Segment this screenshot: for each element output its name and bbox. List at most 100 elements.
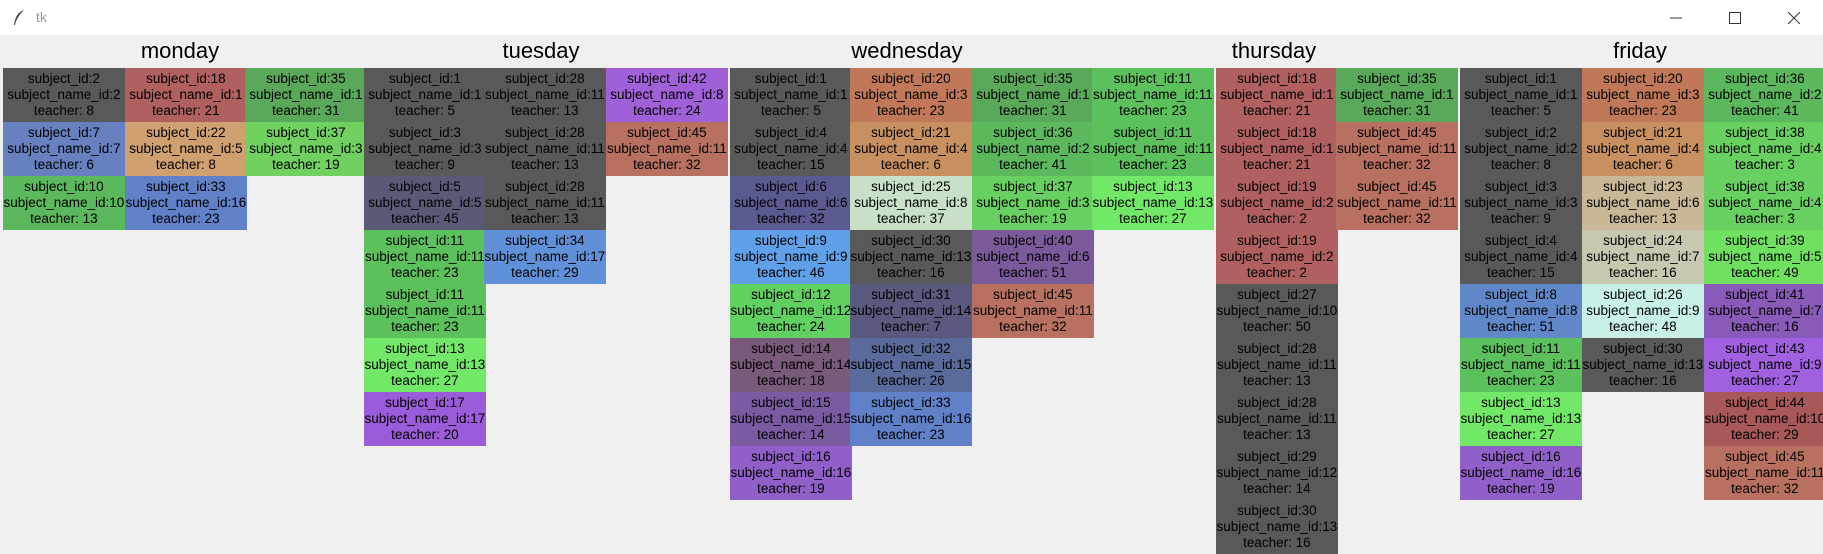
- lesson-block: subject_id:5 subject_name_id:5 teacher: 45: [364, 176, 486, 230]
- lesson-block: subject_id:28 subject_name_id:11 teacher: …: [484, 176, 606, 230]
- lesson-subject-name: subject_name_id:3: [976, 195, 1090, 210]
- lesson-subject-id: subject_id:34: [505, 233, 585, 248]
- lesson-block: subject_id:18 subject_name_id:1 teacher: 2…: [1216, 122, 1338, 176]
- lesson-block: subject_id:24 subject_name_id:7 teacher: 1…: [1582, 230, 1704, 284]
- lesson-subject-id: subject_id:18: [1237, 125, 1317, 140]
- lesson-block: subject_id:37 subject_name_id:3 teacher: 1…: [972, 176, 1094, 230]
- lesson-block: subject_id:39 subject_name_id:5 teacher: 4…: [1704, 230, 1823, 284]
- lesson-teacher: teacher: 24: [633, 103, 701, 118]
- lesson-teacher: teacher: 3: [1734, 157, 1795, 172]
- lesson-subject-id: subject_id:35: [993, 71, 1073, 86]
- lesson-block: subject_id:45 subject_name_id:11 teacher: …: [1336, 122, 1458, 176]
- lesson-block: subject_id:45 subject_name_id:11 teacher: …: [1336, 176, 1458, 230]
- lesson-block: subject_id:10 subject_name_id:10 teacher: …: [3, 176, 125, 230]
- lesson-subject-name: subject_name_id:1: [734, 87, 848, 102]
- lesson-subject-name: subject_name_id:1: [249, 87, 363, 102]
- lesson-subject-id: subject_id:19: [1237, 233, 1317, 248]
- day-title-friday: friday: [1613, 38, 1667, 63]
- feather-icon: [12, 9, 26, 27]
- lesson-teacher: teacher: 23: [877, 103, 945, 118]
- lesson-block: subject_id:41 subject_name_id:7 teacher: 1…: [1704, 284, 1823, 338]
- lesson-teacher: teacher: 50: [1243, 319, 1311, 334]
- lesson-subject-name: subject_name_id:13: [1460, 411, 1582, 426]
- lesson-subject-name: subject_name_id:2: [1220, 249, 1334, 264]
- lesson-subject-id: subject_id:38: [1725, 125, 1805, 140]
- lesson-subject-id: subject_id:3: [1484, 179, 1557, 194]
- lesson-teacher: teacher: 15: [1487, 265, 1555, 280]
- lesson-subject-id: subject_id:4: [1484, 233, 1557, 248]
- lesson-teacher: teacher: 24: [757, 319, 825, 334]
- close-button[interactable]: [1771, 0, 1817, 35]
- lesson-subject-id: subject_id:45: [627, 125, 707, 140]
- lesson-subject-id: subject_id:41: [1725, 287, 1805, 302]
- lesson-block: subject_id:11 subject_name_id:11 teacher: …: [1460, 338, 1582, 392]
- day-title-thursday: thursday: [1231, 38, 1317, 63]
- lesson-subject-id: subject_id:36: [993, 125, 1073, 140]
- lesson-teacher: teacher: 27: [1731, 373, 1799, 388]
- lesson-block: subject_id:43 subject_name_id:9 teacher: 2…: [1704, 338, 1823, 392]
- lesson-block: subject_id:45 subject_name_id:11 teacher: …: [1704, 446, 1823, 500]
- lesson-subject-id: subject_id:45: [993, 287, 1073, 302]
- lesson-subject-id: subject_id:16: [1481, 449, 1561, 464]
- schedule-area: monday subject_id:2 subject_name_id:2 teach…: [0, 35, 1823, 554]
- lesson-block: subject_id:45 subject_name_id:11 teacher: …: [606, 122, 728, 176]
- lesson-subject-name: subject_name_id:10: [3, 195, 125, 210]
- lesson-teacher: teacher: 51: [1487, 319, 1555, 334]
- lesson-teacher: teacher: 14: [757, 427, 825, 442]
- lesson-teacher: teacher: 23: [1609, 103, 1677, 118]
- lesson-subject-name: subject_name_id:7: [1586, 249, 1700, 264]
- lesson-subject-id: subject_id:42: [627, 71, 707, 86]
- lesson-teacher: teacher: 23: [1119, 103, 1187, 118]
- lesson-subject-name: subject_name_id:9: [734, 249, 848, 264]
- minimize-button[interactable]: [1653, 0, 1699, 35]
- lesson-subject-id: subject_id:35: [1357, 71, 1437, 86]
- lesson-subject-name: subject_name_id:3: [249, 141, 363, 156]
- lesson-subject-name: subject_name_id:4: [1586, 141, 1700, 156]
- lesson-subject-name: subject_name_id:1: [368, 87, 482, 102]
- lesson-block: subject_id:45 subject_name_id:11 teacher: …: [972, 284, 1094, 338]
- lesson-teacher: teacher: 31: [272, 103, 340, 118]
- lesson-subject-name: subject_name_id:9: [1708, 357, 1822, 372]
- lesson-block: subject_id:30 subject_name_id:13 teacher: …: [850, 230, 972, 284]
- lesson-subject-name: subject_name_id:4: [1708, 141, 1822, 156]
- lesson-teacher: teacher: 49: [1731, 265, 1799, 280]
- lesson-subject-id: subject_id:19: [1237, 179, 1317, 194]
- lesson-teacher: teacher: 16: [1243, 535, 1311, 550]
- lesson-subject-id: subject_id:26: [1603, 287, 1683, 302]
- lesson-teacher: teacher: 5: [1490, 103, 1551, 118]
- lesson-subject-name: subject_name_id:11: [484, 195, 605, 210]
- lesson-subject-id: subject_id:11: [1481, 341, 1561, 356]
- lesson-subject-name: subject_name_id:11: [364, 249, 485, 264]
- lesson-subject-name: subject_name_id:13: [850, 249, 972, 264]
- lesson-subject-id: subject_id:13: [1113, 179, 1193, 194]
- lesson-subject-id: subject_id:35: [266, 71, 346, 86]
- maximize-button[interactable]: [1712, 0, 1758, 35]
- lesson-subject-id: subject_id:27: [1237, 287, 1317, 302]
- lesson-subject-name: subject_name_id:4: [734, 141, 848, 156]
- lesson-teacher: teacher: 41: [1731, 103, 1799, 118]
- lesson-subject-name: subject_name_id:11: [1092, 87, 1213, 102]
- lesson-block: subject_id:11 subject_name_id:11 teacher: …: [1092, 68, 1214, 122]
- lesson-block: subject_id:35 subject_name_id:1 teacher: 3…: [245, 68, 367, 122]
- lesson-subject-name: subject_name_id:5: [368, 195, 482, 210]
- lesson-subject-id: subject_id:24: [1603, 233, 1683, 248]
- lesson-block: subject_id:28 subject_name_id:11 teacher: …: [1216, 338, 1338, 392]
- lesson-subject-id: subject_id:43: [1725, 341, 1805, 356]
- lesson-teacher: teacher: 13: [30, 211, 98, 226]
- lesson-teacher: teacher: 14: [1243, 481, 1311, 496]
- lesson-teacher: teacher: 29: [511, 265, 579, 280]
- lesson-subject-id: subject_id:23: [1603, 179, 1683, 194]
- lesson-subject-id: subject_id:28: [505, 179, 585, 194]
- lesson-subject-id: subject_id:33: [146, 179, 226, 194]
- lesson-subject-id: subject_id:22: [146, 125, 226, 140]
- lesson-block: subject_id:34 subject_name_id:17 teacher: …: [484, 230, 606, 284]
- lesson-block: subject_id:4 subject_name_id:4 teacher: 15: [730, 122, 852, 176]
- lesson-block: subject_id:38 subject_name_id:4 teacher: 3: [1704, 176, 1823, 230]
- lesson-block: subject_id:32 subject_name_id:15 teacher: …: [850, 338, 972, 392]
- lesson-subject-id: subject_id:11: [385, 287, 465, 302]
- lesson-subject-id: subject_id:18: [146, 71, 226, 86]
- lesson-teacher: teacher: 13: [1243, 373, 1311, 388]
- lesson-subject-id: subject_id:6: [754, 179, 827, 194]
- lesson-teacher: teacher: 6: [1612, 157, 1673, 172]
- lesson-subject-name: subject_name_id:17: [364, 411, 486, 426]
